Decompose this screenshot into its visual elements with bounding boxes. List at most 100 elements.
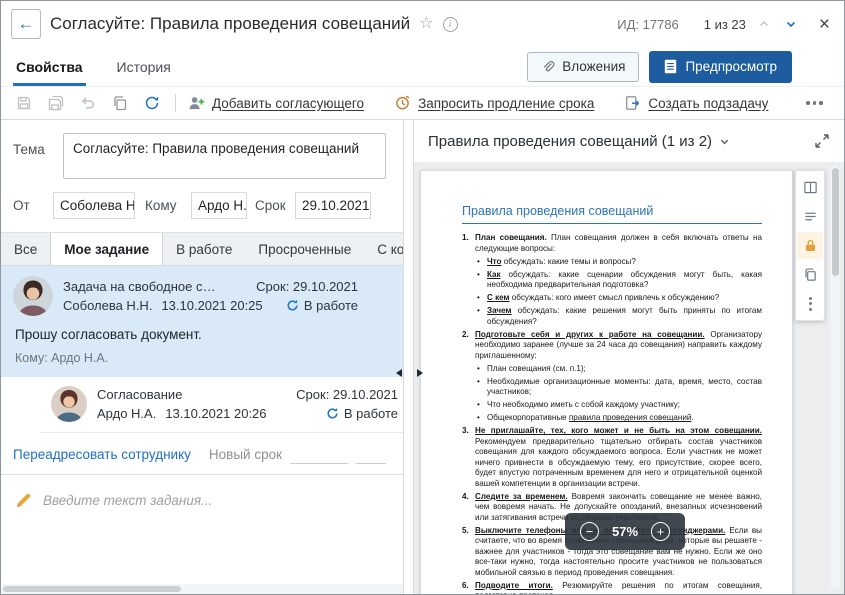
doc-list-item: 2.Подготовьте себя и других к работе на … (462, 330, 762, 362)
fields-row: От Соболева Н.Н. Кому Ардо Н.А. Срок 29.… (1, 185, 403, 232)
annotations-icon[interactable] (797, 203, 823, 230)
panel-splitter[interactable] (403, 120, 414, 594)
add-approver-button[interactable]: Добавить согласующего (188, 95, 364, 111)
to-field[interactable]: Ардо Н.А. (191, 192, 247, 219)
subject-label: Тема (13, 133, 53, 179)
horizontal-scrollbar-thumb[interactable] (3, 586, 181, 592)
deadline-label: Срок (255, 198, 295, 213)
close-icon[interactable]: × (819, 15, 830, 34)
next-item-chevron-icon[interactable] (782, 15, 800, 33)
task-form-panel: Тема Согласуйте: Правила проведения сове… (1, 120, 403, 594)
expand-preview-icon[interactable] (814, 133, 830, 149)
doc-list-item: •Зачем обсуждать: какие решения могут бы… (462, 306, 762, 327)
tab-history[interactable]: История (114, 47, 174, 86)
subject-input[interactable]: Согласуйте: Правила проведения совещаний (63, 133, 386, 179)
titlebar: ← Согласуйте: Правила проведения совещан… (1, 1, 844, 47)
create-subtask-button[interactable]: Создать подзадачу (624, 95, 768, 111)
task-datetime: 13.10.2021 20:26 (165, 406, 266, 421)
task-datetime: 13.10.2021 20:25 (161, 298, 262, 313)
paperclip-icon (541, 60, 555, 74)
task-card[interactable]: Задача на свободное согласование Срок: 2… (1, 266, 403, 377)
preview-scrollbar-thumb[interactable] (832, 168, 839, 276)
doc-list-item: 3.Не приглашайте, тех, кого может и не б… (462, 426, 762, 489)
task-status: В работе (326, 406, 398, 421)
filter-my-task[interactable]: Мое задание (50, 233, 163, 265)
zoom-in-button[interactable]: + (651, 522, 670, 541)
task-author: Ардо Н.А. (97, 406, 156, 421)
in-progress-icon (326, 407, 339, 420)
task-type: Задача на свободное согласование (63, 279, 221, 294)
attachments-button[interactable]: Вложения (527, 52, 639, 82)
task-text-input[interactable] (43, 493, 389, 508)
collapse-right-icon[interactable] (417, 369, 423, 377)
doc-list-item: •С кем обсуждать: кого имеет смысл привл… (462, 293, 762, 304)
more-actions-button[interactable] (802, 95, 827, 111)
refresh-icon[interactable] (139, 91, 165, 115)
preview-more-button[interactable] (797, 290, 823, 317)
task-type: Согласование (97, 387, 182, 402)
doc-list-item: 6.Подводите итоги. Резюмируйте решения п… (462, 581, 762, 594)
filter-overdue[interactable]: Просроченные (245, 233, 364, 265)
horizontal-scrollbar[interactable] (1, 584, 403, 594)
copy-icon[interactable] (107, 91, 133, 115)
info-icon[interactable]: i (443, 17, 458, 32)
deadline-field[interactable]: 29.10.2021 (295, 192, 371, 219)
doc-list-item: •Что обсуждать: какие темы и вопросы? (462, 257, 762, 268)
forward-to-employee-link[interactable]: Переадресовать сотруднику (13, 447, 191, 462)
reading-view-icon[interactable] (797, 174, 823, 201)
favorite-star-icon[interactable]: ☆ (419, 16, 433, 32)
save-all-icon[interactable] (43, 91, 69, 115)
pencil-icon (15, 492, 32, 509)
content-area: Тема Согласуйте: Правила проведения сове… (1, 120, 844, 594)
new-deadline-date-field[interactable] (290, 444, 348, 464)
collapse-left-icon[interactable] (396, 369, 402, 377)
task-footer: Переадресовать сотруднику Новый срок (1, 433, 403, 474)
preview-side-toolbar (795, 170, 825, 321)
task-recipient: Кому: Ардо Н.А. (15, 351, 356, 365)
task-author: Соболева Н.Н. (63, 298, 152, 313)
task-status: В работе (286, 298, 358, 313)
document-selector-chevron-icon[interactable] (719, 136, 730, 147)
subtask-card[interactable]: Согласование Срок: 29.10.2021 Ардо Н.А. … (41, 377, 403, 433)
task-card-titles: Задача на свободное согласование Срок: 2… (63, 276, 358, 316)
application-window: ← Согласуйте: Правила проведения совещан… (0, 0, 845, 595)
zoom-level: 57% (612, 524, 638, 539)
subtask-card-header: Согласование Срок: 29.10.2021 Ардо Н.А. … (51, 386, 398, 422)
doc-list-item: •Как обсуждать: какие сценарии обсуждени… (462, 270, 762, 291)
in-progress-icon (286, 299, 299, 312)
lock-icon[interactable] (797, 232, 823, 259)
record-id: ИД: 17786 (617, 17, 679, 32)
to-label: Кому (145, 198, 191, 213)
new-deadline-label: Новый срок (209, 447, 282, 462)
doc-list-item: •Что необходимо иметь с собой каждому уч… (462, 400, 762, 411)
subtask-card-titles: Согласование Срок: 29.10.2021 Ардо Н.А. … (97, 386, 398, 422)
preview-scrollbar[interactable] (830, 166, 840, 590)
back-button[interactable]: ← (11, 9, 41, 39)
document-heading: Правила проведения совещаний (462, 204, 762, 224)
add-person-icon (188, 95, 205, 111)
request-deadline-extension-button[interactable]: Запросить продление срока (394, 95, 594, 111)
filter-in-progress[interactable]: В работе (163, 233, 245, 265)
preview-document-title: Правила проведения совещаний (1 из 2) (428, 133, 712, 150)
from-field[interactable]: Соболева Н.Н. (53, 192, 135, 219)
zoom-out-button[interactable]: − (580, 522, 599, 541)
doc-list-item: •Общекорпоративные правила проведения со… (462, 413, 762, 424)
toolbar: Добавить согласующего Запросить продлени… (1, 87, 844, 120)
task-deadline: Срок: 29.10.2021 (256, 279, 358, 294)
avatar (13, 276, 53, 316)
document-preview-panel: Правила проведения совещаний (1 из 2) Пр… (414, 120, 844, 594)
new-deadline-time-field[interactable] (356, 444, 386, 464)
from-label: От (13, 198, 53, 213)
avatar (51, 386, 87, 422)
filter-all[interactable]: Все (1, 233, 50, 265)
doc-list-item: •План совещания (см. п.1); (462, 364, 762, 375)
preview-button[interactable]: Предпросмотр (649, 51, 792, 83)
tab-properties[interactable]: Свойства (13, 47, 86, 86)
undo-icon[interactable] (75, 91, 101, 115)
splitter-handle[interactable] (396, 366, 423, 380)
copy-page-icon[interactable] (797, 261, 823, 288)
page-title: Согласуйте: Правила проведения совещаний (50, 14, 410, 34)
prev-item-chevron-icon[interactable] (755, 15, 773, 33)
filter-with-comments[interactable]: С ком (364, 233, 403, 265)
save-icon[interactable] (11, 91, 37, 115)
